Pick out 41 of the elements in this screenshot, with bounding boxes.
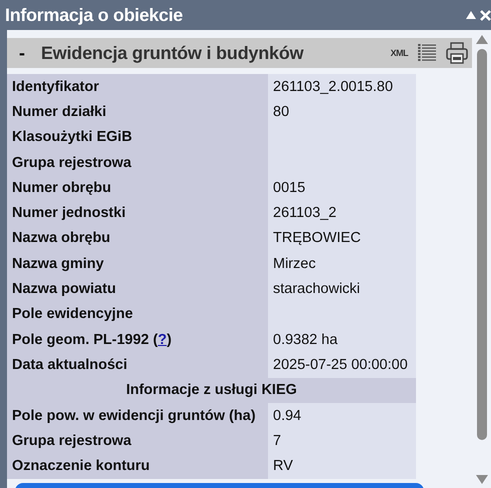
help-link[interactable]: ? <box>158 332 167 348</box>
field-value: RV <box>268 453 416 479</box>
field-value: starachowicki <box>268 276 416 302</box>
field-label: Numer obrębu <box>7 175 268 200</box>
field-value: 80 <box>268 99 416 125</box>
field-value: 0.94 <box>268 402 416 428</box>
table-heading: Informacje z usługi KIEG <box>7 378 416 403</box>
field-label: Pole pow. w ewidencji gruntów (ha) <box>7 402 268 428</box>
section-title: Ewidencja gruntów i budynków <box>41 42 305 64</box>
field-label: Grupa rejestrowa <box>7 428 268 454</box>
field-value: TRĘBOWIEC <box>268 226 416 252</box>
collapse-icon[interactable] <box>465 10 477 20</box>
field-label: Klasoużytki EGiB <box>7 124 268 150</box>
field-label: Numer jednostki <box>7 200 268 226</box>
field-label: Nazwa obrębu <box>7 226 268 252</box>
field-label: Identyfikator <box>7 74 268 100</box>
field-label: Grupa rejestrowa <box>7 150 268 176</box>
scroll-down-icon[interactable] <box>476 475 488 484</box>
field-label: Nazwa gminy <box>7 251 268 276</box>
xml-button[interactable]: XML <box>390 48 408 58</box>
field-value: Mirzec <box>268 251 416 276</box>
window-title: Informacja o obiekcie <box>5 4 184 26</box>
field-value: 2025-07-25 00:00:00 <box>268 352 416 378</box>
field-label: Numer działki <box>7 99 268 125</box>
print-icon[interactable] <box>446 42 468 64</box>
field-label: Pole geom. PL-1992 (?) <box>7 326 268 352</box>
scrollbar-thumb[interactable] <box>476 49 486 440</box>
field-value: 261103_2.0015.80 <box>268 74 416 100</box>
field-value: 0.9382 ha <box>268 326 416 352</box>
scroll-up-icon[interactable] <box>476 35 488 44</box>
list-icon[interactable] <box>418 43 436 63</box>
field-label: Nazwa powiatu <box>7 276 268 302</box>
field-label: Data aktualności <box>7 352 268 378</box>
close-icon[interactable] <box>480 10 491 20</box>
collapse-toggle[interactable]: - <box>19 42 31 64</box>
section-header[interactable]: - Ewidencja gruntów i budynków XML <box>7 38 472 68</box>
field-value: 0015 <box>268 175 416 200</box>
field-label: Pole ewidencyjne <box>7 302 268 327</box>
field-label: Oznaczenie konturu <box>7 453 268 479</box>
field-value: 261103_2 <box>268 200 416 226</box>
field-value: 7 <box>268 428 416 454</box>
